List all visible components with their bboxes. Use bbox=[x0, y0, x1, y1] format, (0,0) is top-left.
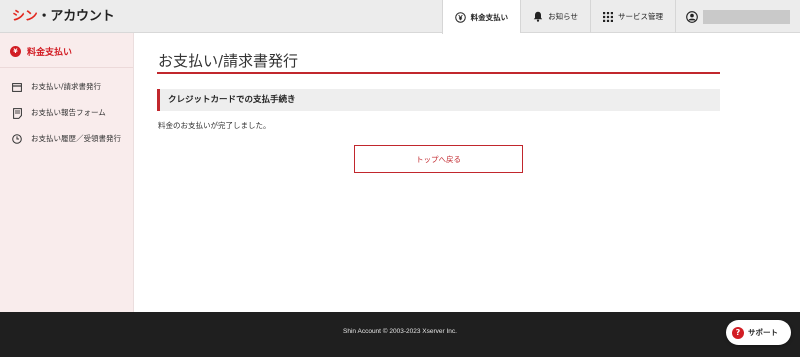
completion-message: 料金のお支払いが完了しました。 bbox=[158, 121, 271, 130]
yen-circle-icon bbox=[454, 11, 466, 23]
question-icon: ? bbox=[732, 326, 744, 339]
back-to-top-button[interactable]: トップへ戻る bbox=[354, 145, 523, 173]
card-icon bbox=[12, 81, 22, 93]
user-circle-icon bbox=[686, 10, 698, 23]
page-title: お支払い/請求書発行 bbox=[158, 52, 299, 70]
sidebar-item-label: お支払い履歴／受領書発行 bbox=[31, 134, 121, 143]
user-menu[interactable] bbox=[675, 0, 800, 33]
clock-icon bbox=[12, 133, 22, 145]
sidebar: ¥ 料金支払い お支払い/請求書発行 お支払い報告フォーム お支払い履歴／受領書… bbox=[0, 33, 134, 312]
sidebar-item-label: お支払い報告フォーム bbox=[31, 108, 106, 117]
logo-part-1: シン bbox=[12, 9, 38, 24]
sidebar-title-label: 料金支払い bbox=[27, 48, 73, 58]
support-label: サポート bbox=[748, 328, 778, 337]
user-name-redacted bbox=[703, 9, 790, 24]
sidebar-item-payment-invoice[interactable]: お支払い/請求書発行 bbox=[12, 81, 129, 93]
copyright-text: Shin Account © 2003-2023 Xserver Inc. bbox=[343, 328, 457, 335]
nav-payment[interactable]: 料金支払い bbox=[441, 0, 521, 34]
sidebar-divider bbox=[0, 67, 133, 68]
bell-icon bbox=[533, 11, 543, 22]
footer: Shin Account © 2003-2023 Xserver Inc. bbox=[0, 312, 800, 357]
support-button[interactable]: ? サポート bbox=[726, 320, 791, 345]
logo[interactable]: シン・アカウント bbox=[12, 7, 115, 27]
title-underline bbox=[157, 72, 720, 74]
header-nav: 料金支払い お知らせ サービス管理 bbox=[441, 0, 800, 34]
section-heading: クレジットカードでの支払手続き bbox=[157, 89, 720, 111]
heart-yen-icon: ¥ bbox=[10, 46, 21, 57]
sidebar-title: ¥ 料金支払い bbox=[10, 45, 72, 58]
sidebar-item-payment-history[interactable]: お支払い履歴／受領書発行 bbox=[12, 133, 129, 145]
sidebar-item-payment-report[interactable]: お支払い報告フォーム bbox=[12, 107, 129, 119]
top-header: シン・アカウント 料金支払い お知らせ サービス管理 bbox=[0, 0, 800, 34]
logo-part-2: アカウント bbox=[50, 9, 115, 24]
form-icon bbox=[12, 107, 22, 119]
logo-dot: ・ bbox=[37, 9, 51, 24]
sidebar-item-label: お支払い/請求書発行 bbox=[31, 82, 102, 91]
nav-service-management-label: サービス管理 bbox=[618, 12, 663, 21]
nav-notices[interactable]: お知らせ bbox=[520, 0, 590, 33]
grid-icon bbox=[603, 11, 613, 22]
nav-notices-label: お知らせ bbox=[548, 12, 578, 21]
nav-service-management[interactable]: サービス管理 bbox=[590, 0, 675, 33]
nav-payment-label: 料金支払い bbox=[470, 12, 509, 22]
